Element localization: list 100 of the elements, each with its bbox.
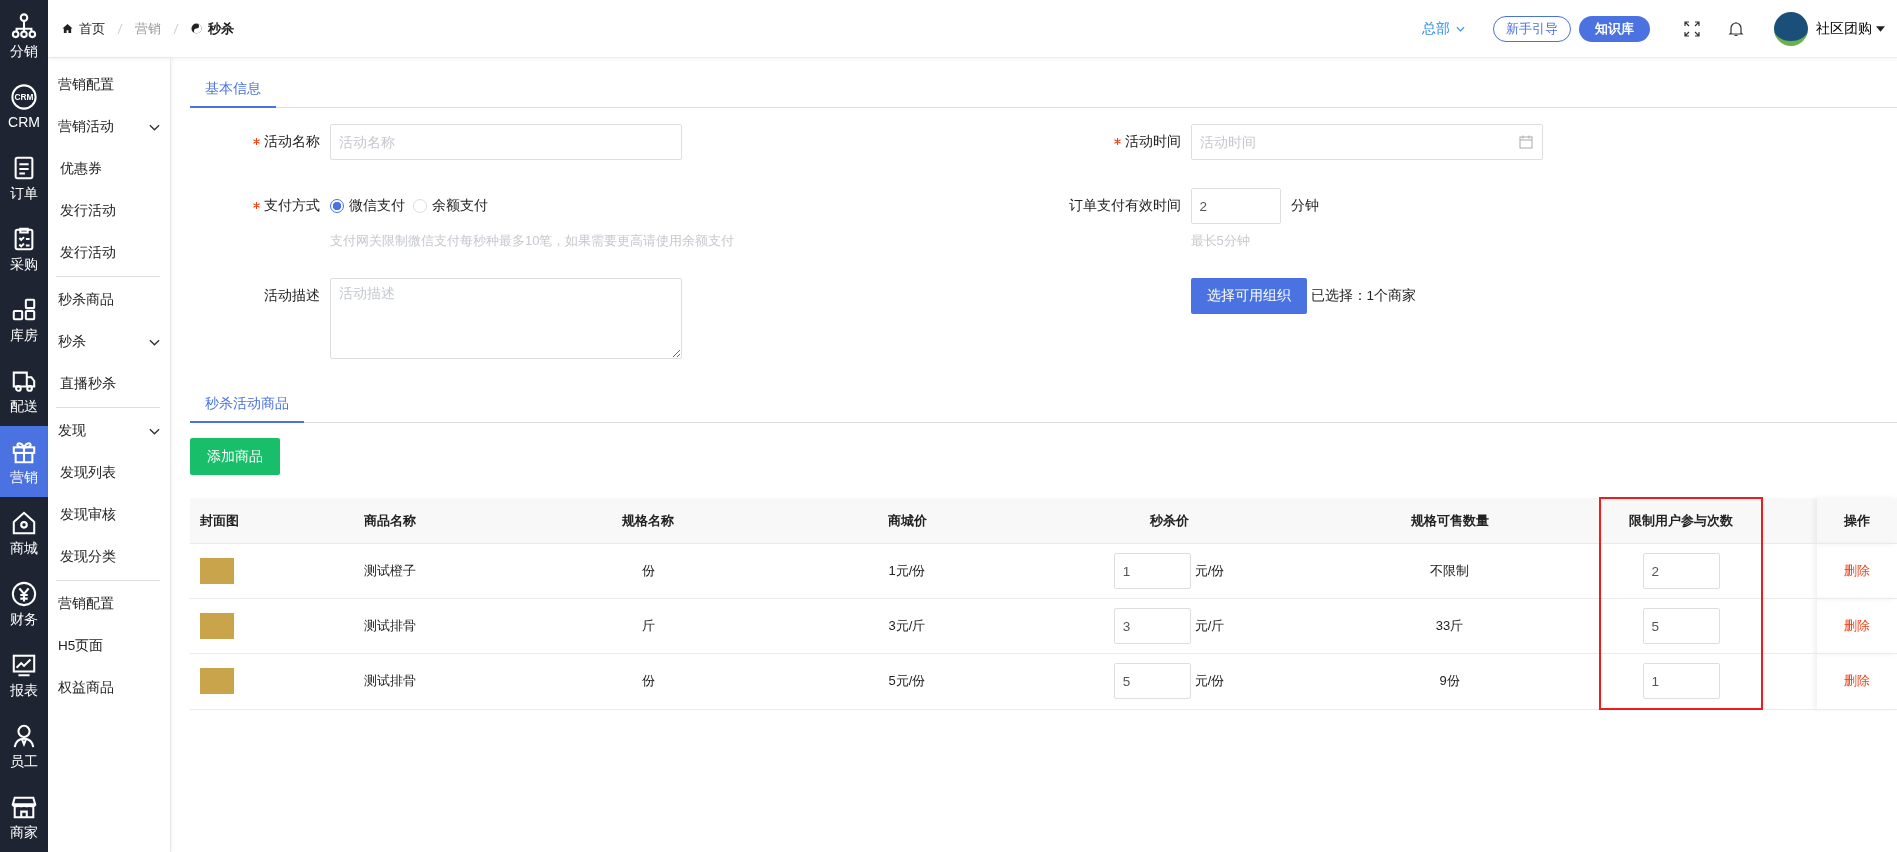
column-header: 商品名称: [260, 498, 520, 544]
unit-text: 元/份: [1194, 672, 1225, 691]
table-cell: 斤: [520, 598, 776, 654]
table-cell: 份: [520, 653, 776, 709]
column-header: 规格名称: [520, 498, 776, 544]
rail-item[interactable]: 分销: [0, 0, 48, 71]
delete-link[interactable]: 删除: [1844, 618, 1870, 633]
rail-item[interactable]: 配送: [0, 355, 48, 426]
price-input[interactable]: 3: [1113, 608, 1191, 644]
column-header: 限制用户参与次数: [1600, 498, 1762, 544]
menu-item[interactable]: 营销配置: [56, 64, 160, 106]
rail-label: 营销: [10, 468, 38, 485]
limit-input[interactable]: 5: [1642, 608, 1720, 644]
guide-button[interactable]: 新手引导: [1493, 15, 1571, 42]
rail-label: CRM: [8, 113, 40, 130]
section-tab[interactable]: 基本信息: [190, 72, 276, 108]
menu-item[interactable]: H5页面: [56, 625, 160, 667]
caret-icon: [1876, 25, 1885, 32]
rail-item[interactable]: 财务: [0, 568, 48, 639]
rail-item[interactable]: CRM CRM: [0, 71, 48, 142]
rail-item[interactable]: 采购: [0, 213, 48, 284]
table-cell: 份: [520, 543, 776, 599]
submenu-item[interactable]: 发行活动: [56, 232, 160, 274]
radio-label: 微信支付: [349, 197, 405, 215]
fullscreen-icon[interactable]: [1684, 20, 1700, 37]
table-cell: 9份: [1300, 653, 1600, 709]
table-cell: 33斤: [1300, 598, 1600, 654]
knowledge-base-button[interactable]: 知识库: [1579, 15, 1650, 42]
rail-label: 财务: [10, 610, 38, 627]
rail-label: 商城: [10, 539, 38, 556]
submenu-item[interactable]: 直播秒杀: [56, 363, 160, 405]
submenu-item[interactable]: 发现分类: [56, 536, 160, 578]
photo-placeholder: [200, 558, 234, 584]
photo-placeholder: [200, 668, 234, 695]
breadcrumb-separator-icon: [173, 22, 179, 35]
limit-input[interactable]: 2: [1642, 553, 1720, 589]
breadcrumb-item[interactable]: 首页: [79, 19, 105, 38]
unit-text: 元/份: [1194, 562, 1225, 580]
unit-text: 分钟: [1290, 197, 1319, 215]
table-cell: 测试排骨: [260, 598, 520, 654]
rail-item[interactable]: 商家: [0, 781, 48, 852]
price-input[interactable]: 5: [1113, 663, 1191, 700]
breadcrumb-item: 秒杀: [208, 19, 234, 38]
payment-radio[interactable]: 余额支付: [413, 197, 488, 215]
rail-item[interactable]: 员工: [0, 710, 48, 781]
home-icon: [62, 23, 73, 34]
rail-item[interactable]: 商城: [0, 497, 48, 568]
rail-label: 配送: [10, 397, 38, 414]
menu-item[interactable]: 秒杀商品: [56, 279, 160, 321]
menu-item[interactable]: 发现: [56, 410, 160, 452]
radio-label: 余额支付: [432, 197, 488, 215]
field-label: 订单支付有效时间: [1067, 197, 1181, 215]
rail-item[interactable]: 报表: [0, 639, 48, 710]
select-org-button[interactable]: 选择可用组织: [1190, 278, 1307, 314]
table-cell: 不限制: [1300, 543, 1600, 599]
breadcrumb-separator-icon: [117, 22, 123, 35]
field-label: 活动时间: [1043, 124, 1181, 160]
rail-item[interactable]: 库房: [0, 284, 48, 355]
section-tab[interactable]: 秒杀活动商品: [190, 387, 304, 423]
person-icon: [11, 722, 37, 749]
delete-link[interactable]: 删除: [1844, 563, 1870, 578]
branch-dropdown[interactable]: 总部: [1416, 18, 1471, 39]
rail-label: 分销: [10, 42, 38, 59]
table-cell: 测试橙子: [260, 543, 520, 599]
yen-icon: [11, 580, 37, 607]
delete-link[interactable]: 删除: [1844, 673, 1870, 689]
name-input[interactable]: 活动名称: [330, 124, 682, 160]
avatar[interactable]: [1774, 11, 1808, 46]
rail-label: 报表: [10, 681, 38, 698]
rail-label: 库房: [10, 326, 38, 343]
date-input[interactable]: 活动时间: [1190, 124, 1543, 160]
submenu-item[interactable]: 优惠券: [56, 148, 160, 190]
column-header: 封面图: [190, 498, 260, 544]
payment-radio[interactable]: 微信支付: [330, 197, 405, 215]
menu-item[interactable]: 营销活动: [56, 106, 160, 148]
house-icon: [11, 509, 37, 536]
column-header: 商城价: [776, 498, 1038, 544]
minutes-input[interactable]: 2: [1190, 188, 1281, 224]
submenu-item[interactable]: 发行活动: [56, 190, 160, 232]
field-label: 支付方式: [190, 188, 320, 224]
submenu-item[interactable]: 发现审核: [56, 494, 160, 536]
photo-placeholder: [200, 613, 234, 639]
limit-input[interactable]: 1: [1642, 663, 1720, 699]
rail-item[interactable]: 订单: [0, 142, 48, 213]
field-label: 活动名称: [190, 124, 320, 160]
chevron-down-icon: [1456, 25, 1465, 32]
bell-icon[interactable]: [1728, 20, 1744, 37]
calendar-icon: [1518, 135, 1533, 149]
price-input[interactable]: 1: [1113, 553, 1191, 589]
menu-item[interactable]: 秒杀: [56, 321, 160, 363]
rail-item[interactable]: 营销: [0, 426, 48, 497]
chevron-icon: [149, 123, 160, 131]
menu-item[interactable]: 权益商品: [56, 667, 160, 709]
submenu-item[interactable]: 发现列表: [56, 452, 160, 494]
crm-icon: CRM: [11, 83, 37, 110]
description-textarea[interactable]: 活动描述: [330, 278, 682, 359]
table-cell: 测试排骨: [260, 653, 520, 709]
field-label: 活动描述: [263, 287, 320, 305]
menu-item[interactable]: 营销配置: [56, 583, 160, 625]
user-menu[interactable]: 社区团购: [1816, 19, 1885, 38]
